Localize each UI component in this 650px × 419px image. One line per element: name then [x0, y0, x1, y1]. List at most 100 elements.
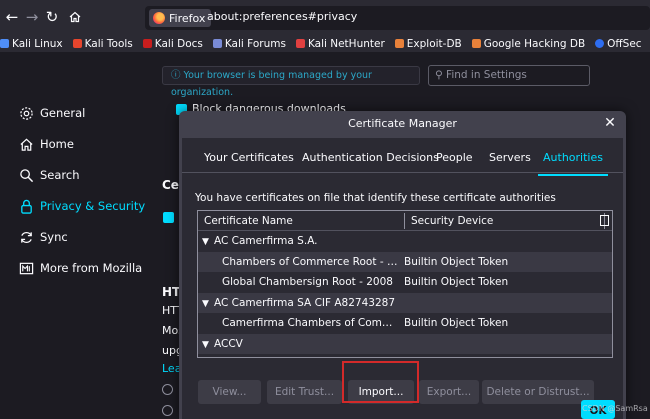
- watermark: CSDN @SamRsa: [582, 404, 648, 413]
- gear-icon: [18, 105, 34, 121]
- info-icon: ⓘ: [171, 70, 181, 81]
- back-arrow-icon[interactable]: ←: [2, 7, 22, 27]
- tab-people[interactable]: People: [436, 143, 473, 173]
- view-button[interactable]: View...: [198, 380, 261, 404]
- identity-label: Firefox: [169, 11, 206, 25]
- tree-row[interactable]: ▼ AC Camerfirma S.A.: [198, 231, 612, 251]
- forward-arrow-icon[interactable]: →: [22, 7, 42, 27]
- bookmark-label: Kali NetHunter: [307, 37, 385, 50]
- browser-toolbar: ← → ↻ Firefox about:preferences#privacy: [0, 0, 650, 35]
- cert-name: Global Chambersign Root - 2008: [222, 276, 393, 288]
- tree-row[interactable]: Chambers of Commerce Root - 2008 Builtin…: [198, 252, 612, 272]
- certificate-checkbox[interactable]: [163, 212, 174, 223]
- tree-row[interactable]: Camerfirma Chambers of Commerce R... Bui…: [198, 313, 612, 333]
- cert-name: Chambers of Commerce Root - 2008: [222, 256, 402, 268]
- import-highlight-box: [342, 361, 419, 403]
- sidebar-item-home[interactable]: Home: [18, 134, 74, 154]
- tree-header: Certificate Name Security Device: [198, 211, 612, 231]
- collapse-arrow-icon[interactable]: ▼: [202, 232, 212, 252]
- https-radio[interactable]: [162, 405, 173, 416]
- sidebar-item-label: General: [40, 106, 86, 120]
- firefox-logo-icon: [153, 12, 165, 24]
- bookmark-label: Kali Docs: [154, 37, 203, 50]
- managed-notice-text: Your browser is being managed by your or…: [171, 70, 372, 98]
- cert-device: Builtin Object Token: [404, 317, 509, 329]
- cert-device: Builtin Object Token: [404, 276, 509, 288]
- column-picker-icon[interactable]: [600, 215, 609, 226]
- bookmark-kali-forums[interactable]: Kali Forums: [212, 37, 286, 50]
- dialog-title: Certificate Manager: [348, 117, 457, 130]
- collapse-arrow-icon[interactable]: ▼: [202, 335, 212, 355]
- certificate-tree[interactable]: Certificate Name Security Device ▼ AC Cam…: [197, 210, 613, 358]
- sidebar-item-general[interactable]: General: [18, 103, 85, 123]
- sidebar-item-sync[interactable]: Sync: [18, 227, 68, 247]
- bookmark-kali-tools[interactable]: Kali Tools: [72, 37, 133, 50]
- search-icon: [18, 167, 34, 183]
- bookmark-kali-nethunter[interactable]: Kali NetHunter: [295, 37, 385, 50]
- tab-separator: [182, 172, 623, 173]
- bookmark-kali-linux[interactable]: Kali Linux: [0, 38, 63, 50]
- kali-tools-icon: [72, 39, 82, 48]
- nethunter-icon: [295, 39, 305, 48]
- exploit-db-icon: [394, 39, 404, 48]
- lock-icon: [18, 198, 34, 214]
- export-button[interactable]: Export...: [419, 380, 479, 404]
- reload-icon[interactable]: ↻: [42, 7, 62, 27]
- bookmark-ghdb[interactable]: Google Hacking DB: [471, 38, 585, 50]
- ghdb-icon: [471, 39, 481, 48]
- column-divider[interactable]: [404, 213, 405, 229]
- home-button[interactable]: [65, 7, 85, 27]
- find-placeholder: Find in Settings: [446, 69, 527, 81]
- mozilla-icon: [18, 260, 34, 276]
- close-icon[interactable]: ✕: [602, 115, 618, 131]
- bookmark-label: Kali Tools: [84, 37, 133, 50]
- tree-row[interactable]: ▼ ACCV: [198, 334, 612, 354]
- sidebar-item-privacy-security[interactable]: Privacy & Security: [18, 196, 145, 216]
- offsec-icon: [595, 39, 605, 48]
- home-icon: [18, 136, 34, 152]
- bookmark-label: OffSec: [607, 37, 642, 50]
- collapse-arrow-icon[interactable]: ▼: [202, 294, 212, 314]
- delete-or-distrust-button[interactable]: Delete or Distrust...: [482, 380, 594, 404]
- bookmark-exploit-db[interactable]: Exploit-DB: [394, 37, 462, 50]
- cert-name: AC Camerfirma SA CIF A82743287: [214, 297, 395, 309]
- tab-authentication-decisions[interactable]: Authentication Decisions: [302, 143, 439, 173]
- sidebar-item-more-from-mozilla[interactable]: More from Mozilla: [18, 258, 142, 278]
- tab-authorities[interactable]: Authorities: [538, 143, 608, 176]
- tab-your-certificates[interactable]: Your Certificates: [204, 143, 294, 173]
- tab-servers[interactable]: Servers: [489, 143, 531, 173]
- bookmark-kali-docs[interactable]: Kali Docs: [142, 37, 203, 50]
- cert-device: Builtin Object Token: [404, 256, 509, 268]
- identity-box[interactable]: Firefox: [149, 9, 212, 27]
- bookmark-label: Exploit-DB: [406, 37, 462, 50]
- cert-name: AC Camerfirma S.A.: [214, 235, 318, 247]
- sidebar-item-search[interactable]: Search: [18, 165, 80, 185]
- url-text[interactable]: about:preferences#privacy: [207, 10, 357, 23]
- sidebar-item-label: Sync: [40, 230, 68, 244]
- kali-forums-icon: [212, 39, 222, 48]
- find-in-settings-input[interactable]: ⚲ Find in Settings: [428, 65, 590, 86]
- bookmark-label: Kali Forums: [224, 37, 286, 50]
- cert-name: ACCV: [214, 338, 243, 350]
- kali-dragon-icon: [0, 39, 9, 48]
- tree-row[interactable]: ▼ AC Camerfirma SA CIF A82743287: [198, 293, 612, 313]
- bookmark-label: Kali Linux: [12, 37, 63, 50]
- cert-tabs: Your Certificates Authentication Decisio…: [182, 138, 623, 176]
- kali-docs-icon: [142, 39, 152, 48]
- sidebar-item-label: Privacy & Security: [40, 199, 146, 213]
- managed-notice: ⓘ Your browser is being managed by your …: [162, 66, 420, 98]
- tree-row[interactable]: Global Chambersign Root - 2008 Builtin O…: [198, 272, 612, 292]
- sidebar-item-label: Home: [40, 137, 74, 151]
- sync-icon: [18, 229, 34, 245]
- cert-name: Camerfirma Chambers of Commerce R...: [222, 317, 402, 329]
- edit-trust-button[interactable]: Edit Trust...: [267, 380, 342, 404]
- https-radio[interactable]: [162, 384, 173, 395]
- column-security-device[interactable]: Security Device: [411, 211, 493, 231]
- home-icon: [69, 11, 81, 23]
- sidebar-item-label: More from Mozilla: [40, 261, 143, 275]
- url-bar[interactable]: Firefox about:preferences#privacy: [145, 6, 650, 30]
- column-certificate-name[interactable]: Certificate Name: [204, 211, 293, 231]
- search-icon: ⚲: [435, 69, 443, 81]
- bookmark-offsec[interactable]: OffSec: [595, 37, 642, 50]
- authorities-description: You have certificates on file that ident…: [195, 192, 556, 204]
